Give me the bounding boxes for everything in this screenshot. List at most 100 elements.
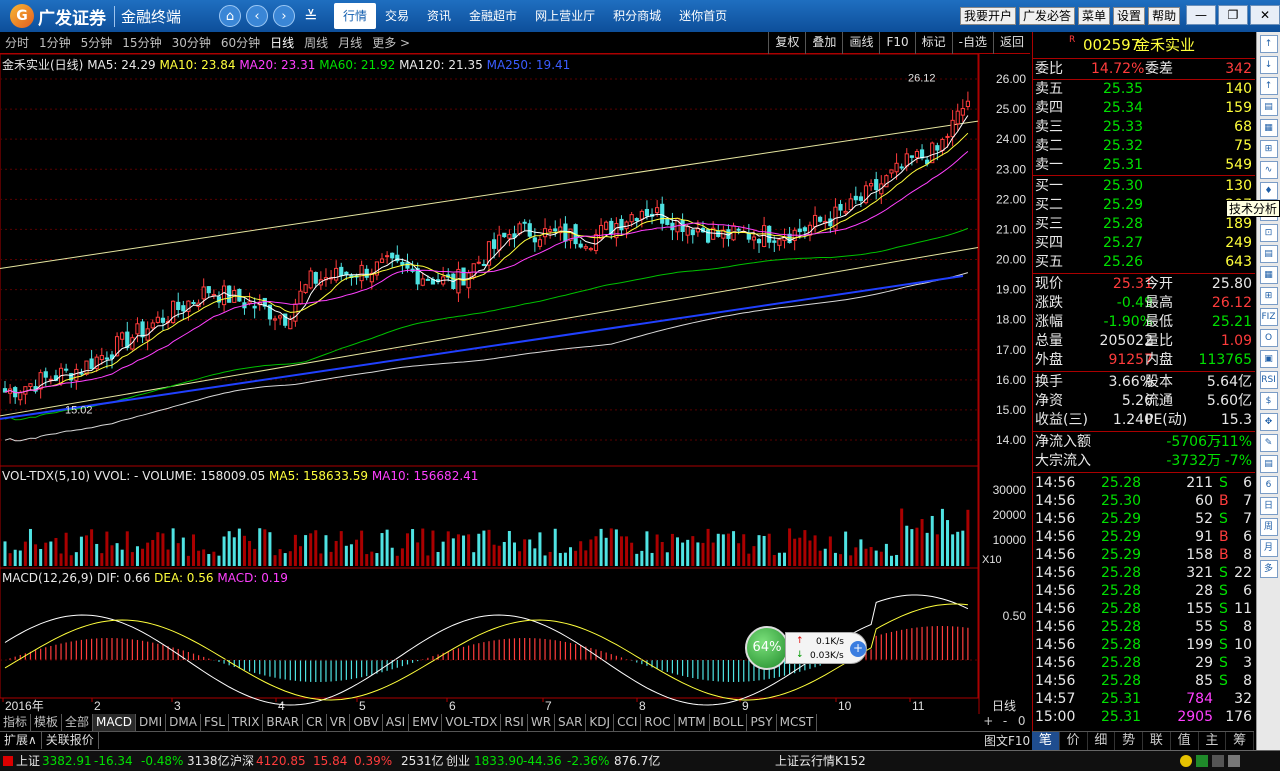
nav-item[interactable]: 交易 (376, 3, 418, 29)
tool-button[interactable]: 帮助 (1148, 7, 1181, 25)
nav-item[interactable]: 资讯 (418, 3, 460, 29)
period-tab[interactable]: 日线 (265, 34, 299, 51)
settings-icon[interactable] (1228, 755, 1240, 767)
side-tool-icon[interactable]: ▦ (1259, 119, 1278, 137)
side-tool-icon[interactable]: ∿ (1259, 161, 1278, 179)
net-speed-widget[interactable]: 64% ↑ 0.1K/s ↓ 0.03K/s + (745, 626, 870, 670)
indicator-tab[interactable]: SAR (555, 714, 587, 731)
period-tab[interactable]: 分时 (0, 34, 34, 51)
quote-tab[interactable]: 价 (1060, 732, 1088, 750)
chart-button[interactable]: 返回 (992, 32, 1030, 54)
indicator-tab[interactable]: MCST (777, 714, 818, 731)
indicator-tab[interactable]: TRIX (229, 714, 264, 731)
indicator-tab[interactable]: ASI (383, 714, 410, 731)
expand-tab[interactable]: 扩展∧ (0, 732, 42, 749)
side-tool-icon[interactable]: ⊡ (1259, 224, 1278, 242)
side-tool-icon[interactable]: ↓ (1259, 56, 1278, 74)
side-tool-icon[interactable]: ✥ (1259, 413, 1278, 431)
period-tab[interactable]: 周线 (299, 34, 333, 51)
back-icon[interactable]: ‹ (246, 5, 268, 27)
side-tool-icon[interactable]: 6 (1259, 476, 1278, 494)
indicator-tab[interactable]: RSI (501, 714, 528, 731)
period-tab[interactable]: 30分钟 (167, 34, 216, 51)
period-tab[interactable]: 5分钟 (76, 34, 118, 51)
indicator-tab[interactable]: VOL-TDX (442, 714, 502, 731)
period-tab[interactable]: 60分钟 (216, 34, 265, 51)
chart-button[interactable]: F10 (879, 32, 914, 54)
indicator-tab[interactable]: VR (327, 714, 351, 731)
side-tool-icon[interactable]: ⊞ (1259, 287, 1278, 305)
related-quotes-tab[interactable]: 关联报价 (42, 732, 99, 749)
indicator-tab[interactable]: CR (303, 714, 327, 731)
indicator-tab[interactable]: WR (528, 714, 556, 731)
close-icon[interactable]: ✕ (1250, 5, 1280, 25)
tool-button[interactable]: 我要开户 (960, 7, 1017, 25)
indicator-tab[interactable]: KDJ (586, 714, 615, 731)
f10-button[interactable]: 图文F10 (984, 732, 1030, 749)
indicator-tab[interactable]: DMA (166, 714, 201, 731)
indicator-tab[interactable]: FSL (201, 714, 229, 731)
period-tab[interactable]: 15分钟 (117, 34, 166, 51)
quote-tab[interactable]: 值 (1171, 732, 1199, 750)
indicator-tab[interactable]: ROC (641, 714, 675, 731)
quote-tab[interactable]: 势 (1115, 732, 1143, 750)
side-tool-icon[interactable]: ✎ (1259, 434, 1278, 452)
indicator-tab[interactable]: 模板 (31, 714, 63, 731)
tool-button[interactable]: 广发必答 (1019, 7, 1076, 25)
nav-item[interactable]: 积分商城 (604, 3, 670, 29)
indicator-tab[interactable]: MTM (675, 714, 710, 731)
indicator-tab[interactable]: 全部 (62, 714, 94, 731)
quote-tab[interactable]: 联 (1143, 732, 1171, 750)
net-usage-ball[interactable]: 64% (745, 626, 789, 670)
side-tool-icon[interactable]: ↑ (1259, 35, 1278, 53)
collapse-icon[interactable]: ≚ (300, 5, 322, 27)
quote-tab[interactable]: 筹 (1226, 732, 1254, 750)
side-tool-icon[interactable]: ▣ (1259, 350, 1278, 368)
indicator-tab[interactable]: PSY (747, 714, 777, 731)
quote-tab[interactable]: 细 (1088, 732, 1116, 750)
zoom-out-button[interactable]: - (997, 714, 1014, 731)
forward-icon[interactable]: › (273, 5, 295, 27)
tool-button[interactable]: 菜单 (1078, 7, 1111, 25)
side-tool-icon[interactable]: FIZ (1259, 308, 1278, 326)
zoom-in-button[interactable]: + (980, 714, 997, 731)
indicator-tab[interactable]: EMV (409, 714, 443, 731)
nav-item[interactable]: 行情 (334, 3, 377, 29)
side-tool-icon[interactable]: ▦ (1259, 266, 1278, 284)
monitor-icon[interactable] (1212, 755, 1224, 767)
kline-chart[interactable]: 26.00 25.00 24.00 23.00 22.00 21.00 20.00 19.00… (0, 54, 1032, 714)
connection-icon[interactable] (1196, 755, 1208, 767)
indicator-tab[interactable]: CCI (614, 714, 642, 731)
side-tool-icon[interactable]: $ (1259, 392, 1278, 410)
maximize-icon[interactable]: ❐ (1218, 5, 1248, 25)
add-icon[interactable]: + (850, 641, 866, 657)
chart-button[interactable]: 画线 (842, 32, 879, 54)
side-tool-icon[interactable]: ▤ (1259, 245, 1278, 263)
side-tool-icon[interactable]: ♦ (1259, 182, 1278, 200)
side-tool-icon[interactable]: RSI (1259, 371, 1278, 389)
chart-button[interactable]: 标记 (914, 32, 952, 54)
minimize-icon[interactable]: — (1186, 5, 1216, 25)
side-tool-icon[interactable]: 多 (1259, 560, 1278, 578)
nav-item[interactable]: 迷你首页 (670, 3, 736, 29)
home-icon[interactable]: ⌂ (219, 5, 241, 27)
side-tool-icon[interactable]: ↑ (1259, 77, 1278, 95)
side-tool-icon[interactable]: 周 (1259, 518, 1278, 536)
side-tool-icon[interactable]: 日 (1259, 497, 1278, 515)
indicator-tab[interactable]: BOLL (710, 714, 748, 731)
nav-item[interactable]: 网上营业厅 (526, 3, 604, 29)
quote-tab[interactable]: 主 (1199, 732, 1227, 750)
side-tool-icon[interactable]: ▤ (1259, 98, 1278, 116)
indicator-tab[interactable]: MACD (93, 714, 137, 731)
period-tab[interactable]: 月线 (333, 34, 367, 51)
chart-button[interactable]: -自选 (951, 32, 993, 54)
nav-item[interactable]: 金融超市 (460, 3, 526, 29)
lamp-icon[interactable] (1180, 755, 1192, 767)
indicator-tab[interactable]: 指标 (0, 714, 32, 731)
side-tool-icon[interactable]: ⊞ (1259, 140, 1278, 158)
side-tool-icon[interactable]: O (1259, 329, 1278, 347)
quote-tab[interactable]: 笔 (1032, 732, 1060, 750)
chart-button[interactable]: 叠加 (805, 32, 842, 54)
period-tab[interactable]: 1分钟 (34, 34, 76, 51)
tool-button[interactable]: 设置 (1113, 7, 1146, 25)
